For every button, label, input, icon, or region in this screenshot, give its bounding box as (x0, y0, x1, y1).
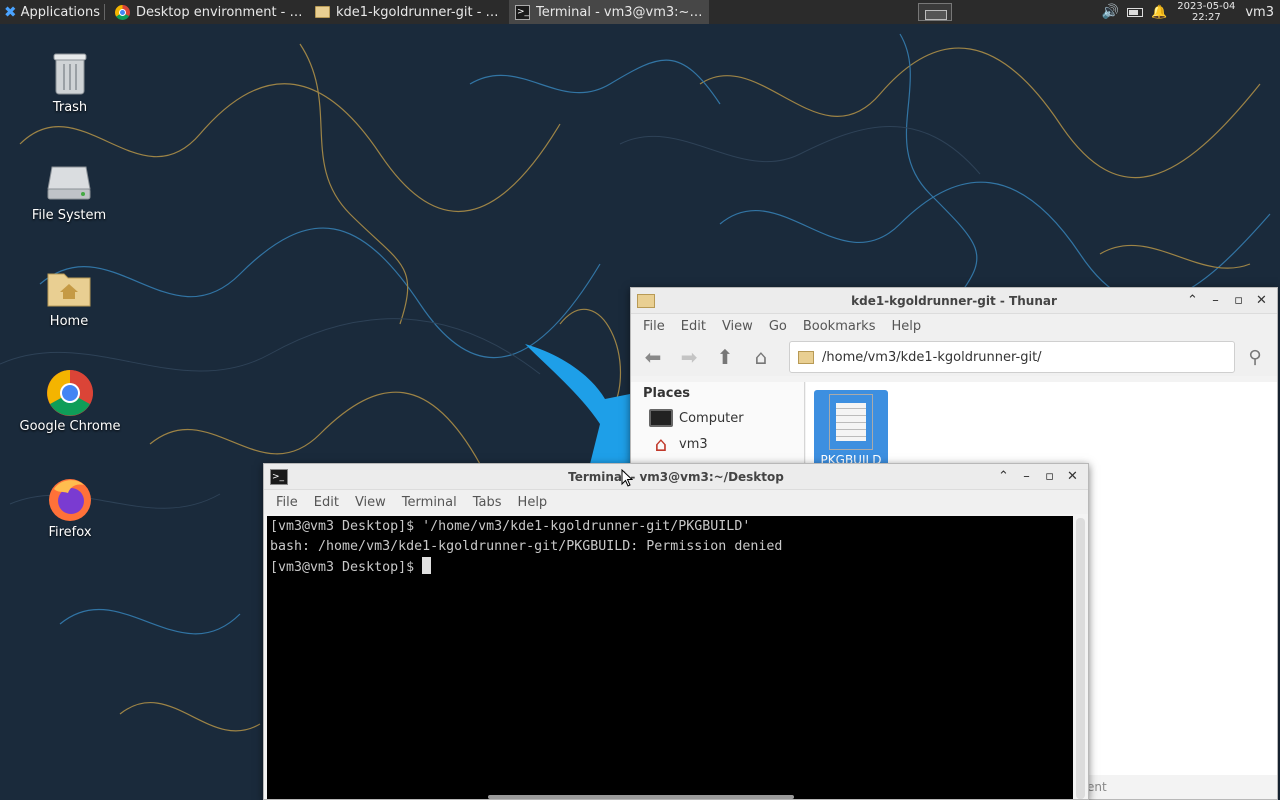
terminal-prompt: [vm3@vm3 Desktop]$ (270, 560, 423, 575)
xfce-logo-icon: ✖ (4, 3, 17, 21)
menu-view[interactable]: View (347, 495, 394, 510)
folder-icon (637, 292, 655, 310)
terminal-output[interactable]: [vm3@vm3 Desktop]$ '/home/vm3/kde1-kgold… (267, 516, 1073, 799)
applications-menu-button[interactable]: ✖ Applications (0, 0, 104, 24)
places-heading: Places (643, 386, 691, 401)
home-folder-icon (45, 264, 93, 312)
desktop-icon-label: Trash (52, 100, 88, 115)
menu-edit[interactable]: Edit (673, 319, 714, 334)
notification-bell-icon[interactable]: 🔔 (1151, 5, 1167, 20)
desktop-icon-trash[interactable]: Trash (15, 50, 125, 115)
drive-icon (45, 158, 93, 206)
shade-button[interactable]: ⌃ (1183, 291, 1202, 310)
clock[interactable]: 2023-05-04 22:27 (1175, 1, 1237, 23)
menu-go[interactable]: Go (761, 319, 795, 334)
taskbar-item-label: Desktop environment - Arc... (136, 4, 303, 20)
terminal-scrollbar[interactable] (1076, 518, 1085, 799)
desktop-icon-label: Google Chrome (19, 419, 121, 434)
minimize-button[interactable]: – (1017, 467, 1036, 486)
taskbar-item-label: kde1-kgoldrunner-git - Thunar (336, 4, 503, 20)
trash-icon (46, 50, 94, 98)
top-panel: ✖ Applications Desktop environment - Arc… (0, 0, 1280, 24)
search-icon[interactable]: ⚲ (1239, 341, 1271, 373)
desktop-icon-file-system[interactable]: File System (14, 158, 124, 223)
menu-help[interactable]: Help (883, 319, 929, 334)
home-icon: ⌂ (654, 432, 668, 456)
text-file-icon (829, 394, 873, 450)
terminal-line: [vm3@vm3 Desktop]$ '/home/vm3/kde1-kgold… (270, 519, 751, 534)
folder-icon (315, 6, 330, 18)
menu-view[interactable]: View (714, 319, 761, 334)
thunar-menubar: File Edit View Go Bookmarks Help (631, 314, 1277, 338)
file-item-pkgbuild[interactable]: PKGBUILD (814, 390, 888, 470)
home-icon[interactable]: ⌂ (745, 341, 777, 373)
firefox-icon (46, 475, 94, 523)
desktop-icon-google-chrome[interactable]: Google Chrome (15, 369, 125, 434)
taskbar-item-chrome[interactable]: Desktop environment - Arc... (109, 0, 309, 24)
terminal-prompt-line: [vm3@vm3 Desktop]$ (270, 557, 1073, 578)
mouse-pointer-icon (621, 469, 633, 487)
applications-label: Applications (20, 4, 100, 20)
panel-separator (104, 4, 105, 20)
menu-file[interactable]: File (268, 495, 306, 510)
desktop-icon-label: Home (49, 314, 89, 329)
terminal-cursor (422, 557, 432, 574)
close-button[interactable]: ✕ (1252, 291, 1271, 310)
desktop-icon-firefox[interactable]: Firefox (15, 475, 125, 540)
taskbar-item-thunar[interactable]: kde1-kgoldrunner-git - Thunar (309, 0, 509, 24)
sidebar-item-label: vm3 (679, 436, 708, 452)
window-title: Terminal - vm3@vm3:~/Desktop (568, 469, 784, 484)
location-path: /home/vm3/kde1-kgoldrunner-git/ (822, 349, 1042, 365)
up-arrow-icon[interactable]: ⬆ (709, 341, 741, 373)
maximize-button[interactable]: ▫ (1040, 467, 1059, 486)
menu-help[interactable]: Help (510, 495, 556, 510)
sidebar-item-computer[interactable]: Computer (631, 405, 804, 431)
menu-edit[interactable]: Edit (306, 495, 347, 510)
terminal-titlebar[interactable]: >_ Terminal - vm3@vm3:~/Desktop ⌃ – ▫ ✕ (264, 464, 1088, 490)
window-controls: ⌃ – ▫ ✕ (994, 467, 1082, 486)
desktop-icon-home[interactable]: Home (14, 264, 124, 329)
desktop-icon-label: File System (31, 208, 107, 223)
back-arrow-icon[interactable]: ⬅ (637, 341, 669, 373)
chrome-icon (46, 369, 94, 417)
desktop-icon-label: Firefox (48, 525, 92, 540)
taskbar-item-label: Terminal - vm3@vm3:~/D... (536, 4, 703, 20)
sidebar-item-home[interactable]: ⌂ vm3 (631, 431, 804, 457)
window-title: kde1-kgoldrunner-git - Thunar (851, 293, 1057, 308)
status-text: ent (1087, 780, 1107, 794)
terminal-menubar: File Edit View Terminal Tabs Help (264, 490, 1088, 514)
battery-icon[interactable] (1127, 7, 1144, 17)
terminal-icon: >_ (270, 468, 288, 486)
taskbar-item-terminal[interactable]: >_ Terminal - vm3@vm3:~/D... (509, 0, 709, 24)
sidebar-item-label: Computer (679, 410, 744, 426)
minimize-button[interactable]: – (1206, 291, 1225, 310)
horizontal-scroll-indicator (488, 795, 794, 799)
workspace-switcher[interactable] (917, 3, 952, 21)
volume-icon[interactable]: 🔊 (1102, 4, 1119, 20)
menu-terminal[interactable]: Terminal (394, 495, 465, 510)
clock-time: 22:27 (1191, 12, 1221, 23)
folder-icon (798, 350, 814, 364)
terminal-window[interactable]: >_ Terminal - vm3@vm3:~/Desktop ⌃ – ▫ ✕ … (263, 463, 1089, 800)
menu-bookmarks[interactable]: Bookmarks (795, 319, 884, 334)
system-tray: 🔊 🔔 2023-05-04 22:27 vm3 (1102, 0, 1280, 24)
chrome-icon (115, 4, 130, 20)
forward-arrow-icon[interactable]: ➡ (673, 341, 705, 373)
clock-date: 2023-05-04 (1177, 1, 1236, 12)
thunar-titlebar[interactable]: kde1-kgoldrunner-git - Thunar ⌃ – ▫ ✕ (631, 288, 1277, 314)
menu-file[interactable]: File (635, 319, 673, 334)
terminal-line: bash: /home/vm3/kde1-kgoldrunner-git/PKG… (270, 539, 783, 554)
terminal-icon: >_ (515, 4, 530, 20)
computer-icon (649, 409, 673, 427)
location-bar[interactable]: /home/vm3/kde1-kgoldrunner-git/ (789, 341, 1235, 373)
shade-button[interactable]: ⌃ (994, 467, 1013, 486)
close-button[interactable]: ✕ (1063, 467, 1082, 486)
workspace-window-thumbnail (924, 10, 947, 20)
user-menu-button[interactable]: vm3 (1245, 5, 1280, 20)
maximize-button[interactable]: ▫ (1229, 291, 1248, 310)
window-controls: ⌃ – ▫ ✕ (1183, 291, 1271, 310)
menu-tabs[interactable]: Tabs (465, 495, 510, 510)
thunar-toolbar: ⬅ ➡ ⬆ ⌂ /home/vm3/kde1-kgoldrunner-git/ … (631, 338, 1277, 376)
